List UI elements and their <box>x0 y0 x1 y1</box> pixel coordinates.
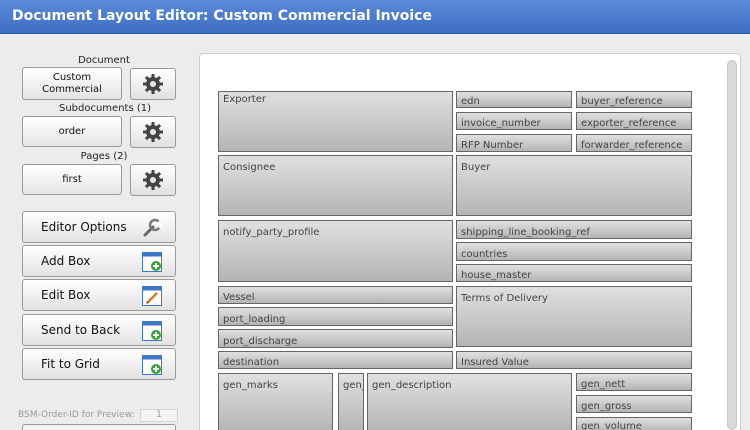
layout-box[interactable]: port_loading <box>218 307 453 326</box>
layout-box-label: Insured Value <box>461 357 529 368</box>
fit-to-grid-label: Fit to Grid <box>41 357 100 371</box>
layout-box-label: edn <box>461 96 480 107</box>
subdocument-settings-button[interactable] <box>130 116 176 148</box>
fit-to-grid-button[interactable]: Fit to Grid <box>22 348 176 380</box>
layout-box-label: notify_party_profile <box>223 227 320 238</box>
canvas-scrollbar[interactable] <box>727 60 737 430</box>
layout-box-label: Terms of Delivery <box>461 293 548 304</box>
layout-box-label: gen_volume <box>581 421 642 430</box>
page-settings-button[interactable] <box>130 164 176 196</box>
layout-box[interactable]: port_discharge <box>218 329 453 348</box>
layout-box-label: gen_ <box>343 380 363 391</box>
layout-box-label: exporter_reference <box>581 118 677 129</box>
add-window-icon <box>142 252 162 272</box>
layout-box[interactable]: countries <box>456 242 692 261</box>
editor-options-label: Editor Options <box>41 220 127 234</box>
gear-icon <box>143 170 163 190</box>
document-select-button[interactable]: Custom Commercial <box>22 67 122 100</box>
layout-box-label: Vessel <box>223 292 255 303</box>
layout-box-label: gen_nett <box>581 379 626 390</box>
layout-box-label: invoice_number <box>461 118 541 129</box>
layout-box[interactable]: buyer_reference <box>576 91 692 108</box>
layout-box-label: gen_gross <box>581 401 632 412</box>
subdocument-select-button[interactable]: order <box>22 116 122 147</box>
preview-button[interactable] <box>22 424 176 430</box>
fit-grid-icon <box>142 355 162 375</box>
layout-box-label: Buyer <box>461 162 491 173</box>
layout-box[interactable]: Vessel <box>218 286 453 304</box>
layout-box-label: gen_description <box>372 380 452 391</box>
layout-box[interactable]: gen_marks <box>218 373 333 430</box>
layout-box-label: house_master <box>461 270 532 281</box>
layout-box[interactable]: Consignee <box>218 155 453 216</box>
layout-box[interactable]: Buyer <box>456 155 692 216</box>
layout-box[interactable]: Exporter <box>218 91 453 152</box>
layout-box-label: gen_marks <box>223 380 278 391</box>
document-settings-button[interactable] <box>130 68 176 100</box>
preview-id-label: BSM-Order-ID for Preview: <box>18 410 135 420</box>
layout-box[interactable]: notify_party_profile <box>218 220 453 282</box>
gear-icon <box>143 122 163 142</box>
layout-box[interactable]: exporter_reference <box>576 112 692 130</box>
layout-box-label: RFP Number <box>461 140 524 151</box>
window-title: Document Layout Editor: Custom Commercia… <box>12 8 432 24</box>
add-box-button[interactable]: Add Box <box>22 245 176 277</box>
layout-box[interactable]: gen_nett <box>576 373 692 391</box>
layout-box-label: buyer_reference <box>581 96 663 107</box>
layout-box-label: forwarder_reference <box>581 140 683 151</box>
layout-box-label: countries <box>461 249 508 260</box>
send-to-back-button[interactable]: Send to Back <box>22 314 176 346</box>
page-select-button[interactable]: first <box>22 164 122 195</box>
subdocuments-label: Subdocuments (1) <box>58 103 152 114</box>
layout-box[interactable]: edn <box>456 91 572 108</box>
layout-box-label: destination <box>223 357 280 368</box>
layout-box-label: port_discharge <box>223 336 298 347</box>
layout-box[interactable]: gen_description <box>367 373 572 430</box>
preview-id-input[interactable]: 1 <box>140 409 178 422</box>
edit-box-button[interactable]: Edit Box <box>22 279 176 311</box>
editor-options-button[interactable]: Editor Options <box>22 211 176 243</box>
gear-icon <box>143 74 163 94</box>
edit-box-label: Edit Box <box>41 288 91 302</box>
pages-label: Pages (2) <box>80 151 128 162</box>
wrench-icon <box>143 218 163 237</box>
layout-box[interactable]: Insured Value <box>456 351 692 369</box>
layout-box[interactable]: Terms of Delivery <box>456 286 692 347</box>
layout-box[interactable]: house_master <box>456 264 692 282</box>
send-back-icon <box>142 321 162 341</box>
edit-window-icon <box>142 286 162 306</box>
layout-box[interactable]: forwarder_reference <box>576 134 692 152</box>
send-to-back-label: Send to Back <box>41 323 121 337</box>
layout-box[interactable]: invoice_number <box>456 112 572 130</box>
layout-box-label: Consignee <box>223 162 276 173</box>
layout-box-label: shipping_line_booking_ref <box>461 227 590 238</box>
layout-box[interactable]: destination <box>218 351 453 369</box>
layout-box[interactable]: shipping_line_booking_ref <box>456 220 692 239</box>
layout-box[interactable]: gen_volume <box>576 417 692 430</box>
document-label: Document <box>78 55 130 66</box>
title-bar: Document Layout Editor: Custom Commercia… <box>0 0 750 34</box>
layout-box-label: Exporter <box>223 94 266 105</box>
layout-box-label: port_loading <box>223 314 286 325</box>
add-box-label: Add Box <box>41 254 91 268</box>
layout-box[interactable]: gen_ <box>338 373 364 430</box>
layout-box[interactable]: gen_gross <box>576 395 692 413</box>
layout-box[interactable]: RFP Number <box>456 134 572 152</box>
